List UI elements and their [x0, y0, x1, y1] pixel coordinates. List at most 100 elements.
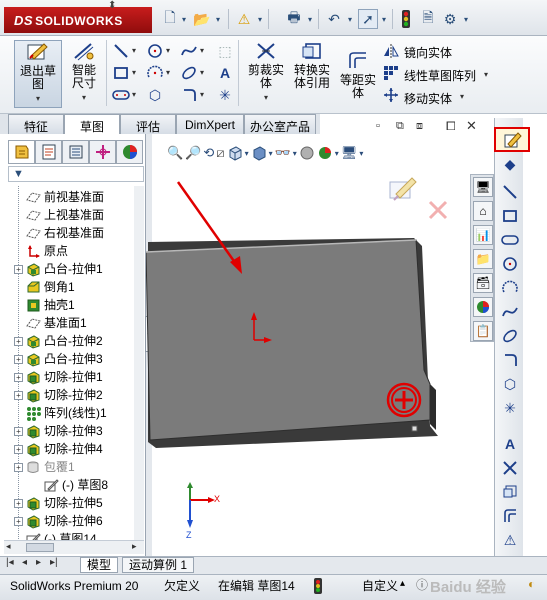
file-properties-icon[interactable]: 🗎	[418, 9, 438, 29]
open-folder-icon[interactable]: 📂	[192, 9, 212, 29]
slot-tool-icon[interactable]	[498, 229, 522, 251]
print-dropdown-icon[interactable]: ▾	[306, 9, 314, 29]
rebuild-traffic-light-icon[interactable]	[314, 578, 322, 597]
expand-icon[interactable]: +	[14, 499, 23, 509]
polygon-icon[interactable]: ⬡	[146, 86, 164, 104]
display-style-icon[interactable]	[251, 142, 267, 164]
line-tool-icon[interactable]	[498, 181, 522, 203]
select-pointer-icon[interactable]: ➚	[358, 9, 378, 29]
custom-properties-icon[interactable]: 📋	[473, 321, 493, 341]
line-dropdown-icon[interactable]: ▾	[132, 46, 136, 55]
trim-tool-icon[interactable]	[498, 457, 522, 479]
circle-icon[interactable]	[146, 42, 164, 60]
smart-dimension-button[interactable]: 智能尺寸 ▾	[64, 40, 104, 108]
text-icon[interactable]: A	[216, 64, 234, 82]
spline-dropdown-icon[interactable]: ▾	[200, 46, 204, 55]
exit-sketch-tool-highlight[interactable]	[494, 127, 530, 152]
confirm-exit-sketch-icon[interactable]	[386, 172, 420, 209]
tree-filter[interactable]: ▼	[8, 166, 144, 182]
feature-manager-tab-icon[interactable]	[8, 140, 35, 164]
tree-item[interactable]: + 凸台-拉伸3	[14, 350, 134, 368]
scroll-left-icon[interactable]: ◂	[6, 541, 11, 552]
solidworks-resources-icon[interactable]: 🖥	[473, 177, 493, 197]
apply-scene-icon[interactable]	[317, 142, 333, 164]
expand-icon[interactable]: +	[14, 517, 23, 527]
tab-sketch[interactable]: 草图	[64, 114, 120, 135]
close-icon[interactable]: ✕	[466, 118, 477, 134]
tile-view-icon[interactable]: ⧉	[396, 120, 404, 133]
tree-item[interactable]: + 凸台-拉伸2	[14, 332, 134, 350]
configuration-manager-tab-icon[interactable]	[62, 140, 89, 164]
tree-item[interactable]: 上视基准面	[14, 206, 134, 224]
open-dropdown-icon[interactable]: ▾	[214, 9, 222, 29]
first-tab-arrow-icon[interactable]: |◂	[6, 557, 14, 568]
tree-item[interactable]: + 切除-拉伸6	[14, 512, 134, 530]
offset-entities-button[interactable]: 等距实体	[338, 50, 378, 118]
display-manager-tab-icon[interactable]	[116, 140, 143, 164]
mirror-entities-label[interactable]: 镜向实体	[404, 44, 452, 61]
print-icon[interactable]: 🖶	[284, 9, 304, 29]
new-document-icon[interactable]: 🗋	[160, 9, 180, 29]
fillet-dropdown-icon[interactable]: ▾	[200, 90, 204, 99]
display-style-dropdown-icon[interactable]: ▾	[269, 142, 273, 164]
undo-dropdown-icon[interactable]: ▾	[346, 9, 354, 29]
fillet-tool-icon[interactable]	[498, 349, 522, 371]
tab-evaluate[interactable]: 评估	[120, 114, 176, 134]
home-icon[interactable]: ⌂	[473, 201, 493, 221]
last-tab-arrow-icon[interactable]: ▸|	[50, 557, 58, 568]
tab-office-products[interactable]: 办公室产品	[244, 114, 316, 134]
smart-dimension-tool-icon[interactable]: ◆	[498, 153, 522, 175]
previous-view-icon[interactable]: ⟲	[203, 142, 214, 164]
tree-item[interactable]: + 切除-拉伸1	[14, 368, 134, 386]
view-palette-icon[interactable]: 🗃	[473, 273, 493, 293]
tree-item[interactable]: 抽壳1	[14, 296, 134, 314]
circle-tool-icon[interactable]	[498, 253, 522, 275]
select-dropdown-icon[interactable]: ▾	[380, 9, 388, 29]
quick-tip-icon[interactable]: ◐	[528, 577, 535, 591]
design-library-icon[interactable]: 📊	[473, 225, 493, 245]
hide-show-items-icon[interactable]: 👓	[275, 142, 291, 164]
circle-dropdown-icon[interactable]: ▾	[166, 46, 170, 55]
expand-icon[interactable]: +	[14, 463, 23, 473]
tree-item[interactable]: 前视基准面	[14, 188, 134, 206]
appearances-icon[interactable]	[473, 297, 493, 317]
tree-horizontal-scrollbar[interactable]: ◂ ▸	[4, 540, 144, 554]
slot-icon[interactable]	[112, 86, 130, 104]
spline-icon[interactable]	[180, 42, 198, 60]
arc-dropdown-icon[interactable]: ▾	[166, 68, 170, 77]
polygon-tool-icon[interactable]: ⬡	[498, 373, 522, 395]
move-dropdown-icon[interactable]: ▾	[460, 92, 464, 101]
next-tab-arrow-icon[interactable]: ▸	[36, 557, 41, 568]
linear-pattern-label[interactable]: 线性草图阵列	[404, 67, 476, 84]
units-custom[interactable]: 自定义	[362, 577, 398, 595]
rectangle-tool-icon[interactable]	[498, 205, 522, 227]
scene-dropdown-icon[interactable]: ▾	[335, 142, 339, 164]
ellipse-dropdown-icon[interactable]: ▾	[200, 68, 204, 77]
orientation-dropdown-icon[interactable]: ▾	[245, 142, 249, 164]
construction-geometry-icon[interactable]: ⬚	[216, 42, 234, 60]
dimxpert-manager-tab-icon[interactable]	[89, 140, 116, 164]
tab-motion-study[interactable]: 运动算例 1	[122, 557, 195, 573]
spline-tool-icon[interactable]	[498, 301, 522, 323]
restore-view-icon[interactable]: ⧈	[416, 120, 423, 133]
window-restore-icon[interactable]: ⧠	[446, 119, 456, 134]
line-icon[interactable]	[112, 42, 130, 60]
prev-tab-arrow-icon[interactable]: ◂	[22, 557, 27, 568]
expand-icon[interactable]: +	[14, 427, 23, 437]
tree-item[interactable]: (-) 草图14	[14, 530, 134, 540]
undo-icon[interactable]: ↶	[324, 9, 344, 29]
linear-pattern-icon[interactable]	[382, 64, 400, 82]
view-settings-dropdown-icon[interactable]: ▾	[359, 142, 363, 164]
tree-item[interactable]: + 切除-拉伸5	[14, 494, 134, 512]
minimize-view-icon[interactable]: ▫	[376, 120, 380, 132]
tree-vertical-scrollbar[interactable]	[134, 186, 144, 540]
pin-icon[interactable]: ⬍	[108, 0, 116, 11]
expand-icon[interactable]: +	[14, 337, 23, 347]
tree-item[interactable]: 倒角1	[14, 278, 134, 296]
mirror-icon[interactable]	[382, 42, 400, 60]
options-dropdown-icon[interactable]: ▾	[462, 9, 470, 29]
ellipse-icon[interactable]	[180, 64, 198, 82]
exit-sketch-button[interactable]: 退出草图 ▾	[14, 40, 62, 108]
offset-tool-icon[interactable]	[498, 505, 522, 527]
tree-item[interactable]: 阵列(线性)1	[14, 404, 134, 422]
